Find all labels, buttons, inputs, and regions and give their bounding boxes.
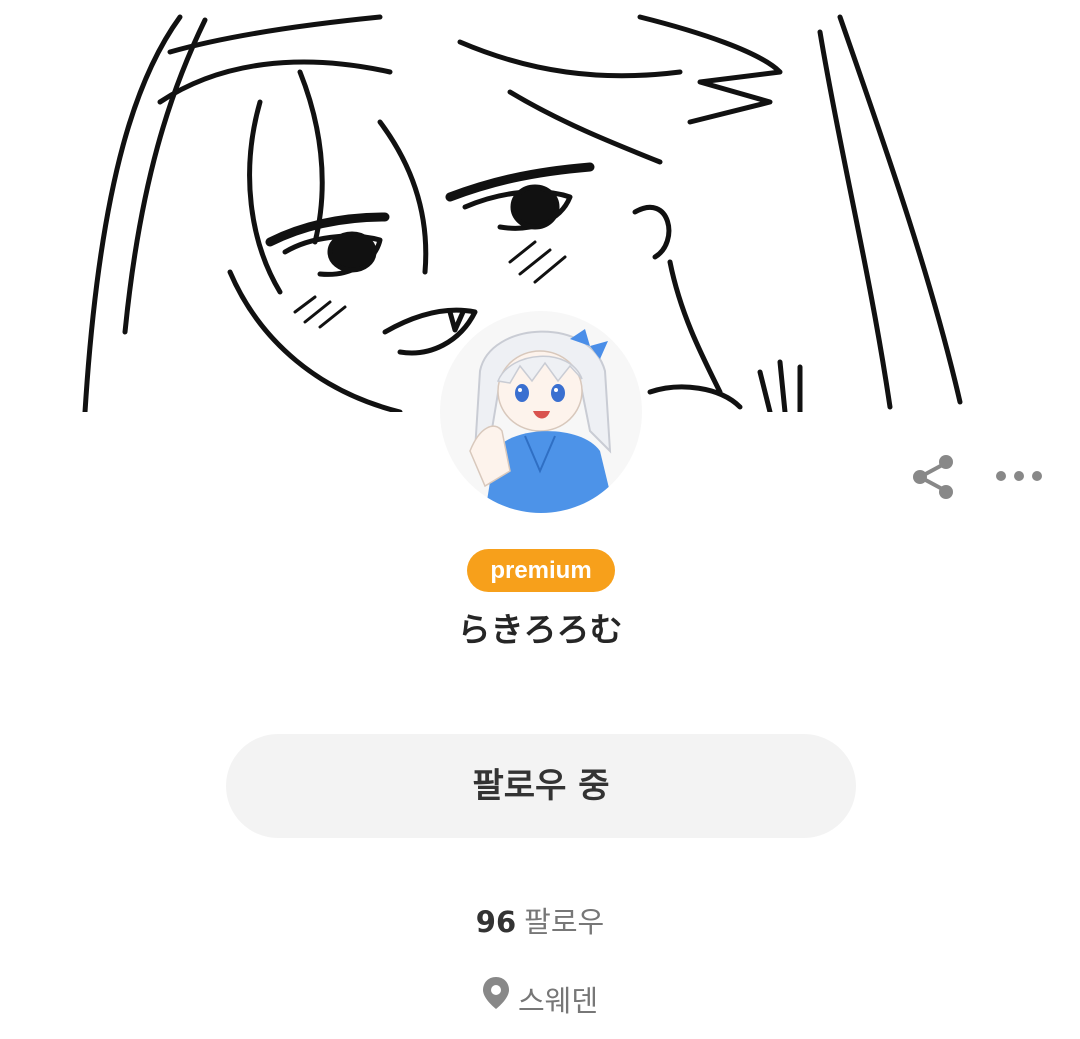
followers-label: 팔로우 — [524, 905, 605, 939]
following-button[interactable]: 팔로우 중 — [226, 734, 856, 838]
location-pin-icon — [482, 976, 510, 1024]
share-icon[interactable] — [910, 453, 956, 501]
location: 스웨덴 — [340, 977, 740, 1025]
avatar[interactable] — [436, 307, 646, 517]
username: らきろろむ — [457, 610, 623, 649]
followers-count: 96 — [475, 905, 517, 939]
followers-stat[interactable]: 96 팔로우 — [340, 898, 740, 946]
premium-badge: premium — [467, 549, 615, 592]
location-text: 스웨덴 — [517, 984, 599, 1018]
more-horizontal-icon[interactable] — [993, 463, 1045, 489]
